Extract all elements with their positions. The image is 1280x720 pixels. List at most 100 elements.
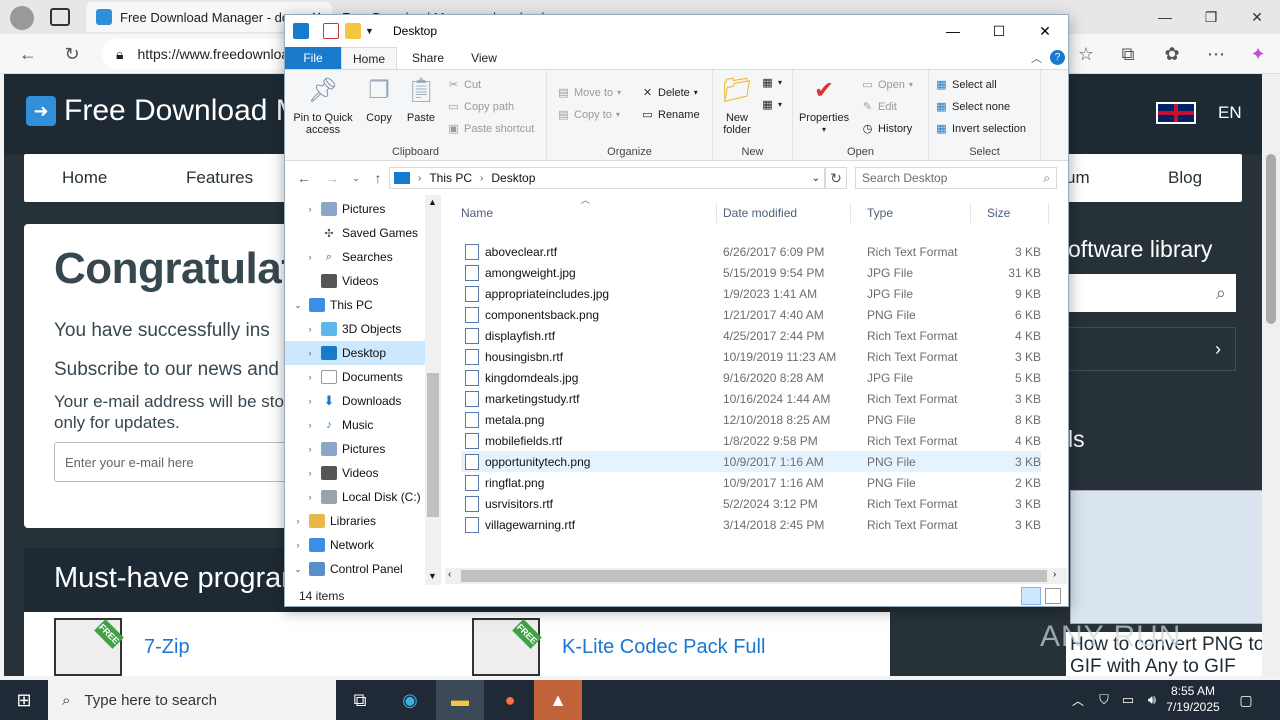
nav-item-videos[interactable]: Videos	[285, 269, 425, 293]
explorer-back-icon[interactable]: ←	[293, 168, 315, 188]
nav-item-libraries[interactable]: › Libraries	[285, 509, 425, 533]
file-row[interactable]: componentsback.png 1/21/2017 4:40 AM PNG F…	[461, 304, 1041, 325]
explorer-close-icon[interactable]: ✕	[1022, 15, 1068, 47]
app-taskbar-icon[interactable]: ▲	[534, 680, 582, 720]
nav-item-3d-objects[interactable]: › 3D Objects	[285, 317, 425, 341]
page-scrollbar[interactable]	[1262, 74, 1280, 676]
nav-item-saved-games[interactable]: ✣ Saved Games	[285, 221, 425, 245]
more-menu-icon[interactable]: ⋯	[1200, 38, 1232, 70]
file-row[interactable]: ringflat.png 10/9/2017 1:16 AM PNG File 2 K…	[461, 472, 1041, 493]
easy-access-button[interactable]: ▦ ▾	[761, 98, 782, 111]
nav-item-music[interactable]: › ♪ Music	[285, 413, 425, 437]
copy-to-button[interactable]: ▤ Copy to ▾	[557, 108, 620, 122]
collections-icon[interactable]: ⧉	[1112, 38, 1144, 70]
fdm-logo[interactable]: ➜ Free Download Ma	[26, 94, 317, 128]
nav-item-downloads[interactable]: › ⬇ Downloads	[285, 389, 425, 413]
ribbon-collapse-icon[interactable]: ︿	[1031, 50, 1042, 66]
paste-button[interactable]: 📋︎ Paste	[401, 74, 441, 125]
column-type[interactable]: Type	[851, 203, 971, 223]
nav-item-this-pc[interactable]: ⌄ This PC	[285, 293, 425, 317]
delete-button[interactable]: ✕ Delete ▾	[641, 86, 698, 100]
rename-button[interactable]: ▭ Rename	[641, 108, 699, 122]
tab-share[interactable]: Share	[401, 47, 455, 69]
scroll-down-icon[interactable]: ▼	[428, 571, 437, 581]
tab-view[interactable]: View	[457, 47, 511, 69]
explorer-search-input[interactable]: Search Desktop ⌕	[855, 167, 1057, 189]
volume-icon[interactable]: 🔊︎	[1140, 680, 1164, 720]
file-row[interactable]: appropriateincludes.jpg 1/9/2023 1:41 AM J…	[461, 283, 1041, 304]
paste-shortcut-button[interactable]: ▣ Paste shortcut	[447, 122, 534, 136]
start-windows-icon[interactable]: ⊞	[0, 680, 48, 720]
select-none-button[interactable]: ▦ Select none	[935, 100, 1010, 114]
explorer-refresh-icon[interactable]: ↻	[825, 167, 847, 189]
details-view-icon[interactable]	[1021, 587, 1041, 605]
column-name[interactable]: Name	[445, 203, 717, 223]
tab-file[interactable]: File	[285, 47, 341, 69]
show-hidden-icons-icon[interactable]: ︿	[1064, 680, 1092, 720]
tab-home[interactable]: Home	[341, 47, 397, 69]
new-folder-qat-icon[interactable]	[345, 23, 361, 39]
file-row[interactable]: marketingstudy.rtf 10/16/2024 1:44 AM Rich…	[461, 388, 1041, 409]
nav-item-pictures[interactable]: › Pictures	[285, 197, 425, 221]
file-row[interactable]: opportunitytech.png 10/9/2017 1:16 AM PNG …	[461, 451, 1041, 472]
explorer-maximize-icon[interactable]: ☐	[976, 15, 1022, 47]
copy-path-button[interactable]: ▭ Copy path	[447, 100, 514, 114]
crumb-desktop[interactable]: Desktop	[491, 171, 535, 185]
nav-item-documents[interactable]: › Documents	[285, 365, 425, 389]
page-scroll-thumb[interactable]	[1266, 154, 1276, 324]
copilot-icon[interactable]: ✦	[1242, 38, 1274, 70]
extensions-icon[interactable]: ✿	[1156, 38, 1188, 70]
software-search-input[interactable]: ⌕	[1066, 274, 1236, 312]
properties-qat-icon[interactable]	[323, 23, 339, 39]
language-selector[interactable]: EN	[1156, 102, 1242, 124]
file-row[interactable]: housingisbn.rtf 10/19/2019 11:23 AM Rich T…	[461, 346, 1041, 367]
email-input[interactable]: Enter your e-mail here	[54, 442, 294, 482]
properties-button[interactable]: ✔ Properties ▾	[799, 74, 849, 136]
minimize-icon[interactable]: —	[1142, 0, 1188, 34]
recent-locations-icon[interactable]: ⌄	[345, 168, 367, 188]
file-row[interactable]: displayfish.rtf 4/25/2017 2:44 PM Rich Tex…	[461, 325, 1041, 346]
tab-actions-icon[interactable]	[50, 8, 70, 26]
file-row[interactable]: aboveclear.rtf 6/26/2017 6:09 PM Rich Text…	[461, 241, 1041, 262]
file-row[interactable]: mobilefields.rtf 1/8/2022 9:58 PM Rich Tex…	[461, 430, 1041, 451]
pin-quick-access-button[interactable]: 📌︎ Pin to Quick access	[291, 74, 355, 137]
explorer-forward-icon[interactable]: →	[321, 168, 343, 188]
back-icon[interactable]: ←	[12, 38, 44, 70]
edge-icon[interactable]: ◉	[386, 680, 434, 720]
file-row[interactable]: usrvisitors.rtf 5/2/2024 3:12 PM Rich Text…	[461, 493, 1041, 514]
7zip-icon[interactable]: FREE	[54, 618, 124, 676]
nav-item-local-disk[interactable]: › Local Disk (C:)	[285, 485, 425, 509]
nav-blog[interactable]: Blog	[1168, 168, 1202, 188]
select-all-button[interactable]: ▦ Select all	[935, 78, 996, 92]
column-date-modified[interactable]: Date modified	[707, 203, 851, 223]
scroll-right-icon[interactable]: ›	[1053, 569, 1056, 580]
refresh-icon[interactable]: ↻	[56, 38, 88, 70]
restore-icon[interactable]: ❐	[1188, 0, 1234, 34]
file-row[interactable]: villagewarning.rtf 3/14/2018 2:45 PM Rich …	[461, 514, 1041, 535]
column-size[interactable]: Size	[971, 203, 1049, 223]
file-row[interactable]: amongweight.jpg 5/15/2019 9:54 PM JPG File…	[461, 262, 1041, 283]
klite-icon[interactable]: FREE	[472, 618, 542, 676]
network-tray-icon[interactable]: ▭	[1116, 680, 1140, 720]
horizontal-scrollbar[interactable]: ‹ ›	[445, 568, 1067, 584]
favorites-star-icon[interactable]: ☆	[1070, 38, 1102, 70]
notifications-icon[interactable]: ▢	[1226, 680, 1266, 720]
new-item-button[interactable]: ▦ ▾	[761, 76, 782, 89]
file-row[interactable]: metala.png 12/10/2018 8:25 AM PNG File 8 KB	[461, 409, 1041, 430]
software-browse-button[interactable]: ›	[1066, 327, 1236, 371]
nav-item-network[interactable]: › Network	[285, 533, 425, 557]
taskbar-clock[interactable]: 8:55 AM 7/19/2025	[1164, 683, 1222, 715]
crumb-this-pc[interactable]: This PC	[429, 171, 472, 185]
nav-item-desktop[interactable]: › Desktop	[285, 341, 425, 365]
nav-home[interactable]: Home	[62, 168, 107, 188]
nav-item-searches[interactable]: › ⌕ Searches	[285, 245, 425, 269]
copy-button[interactable]: ❐ Copy	[359, 74, 399, 125]
move-to-button[interactable]: ▤ Move to ▾	[557, 86, 621, 100]
nav-features[interactable]: Features	[186, 168, 253, 188]
history-button[interactable]: ◷ History	[861, 122, 913, 136]
new-folder-button[interactable]: 📁︎ New folder	[717, 74, 757, 137]
close-icon[interactable]: ✕	[1234, 0, 1280, 34]
nav-pane-scroll-thumb[interactable]	[427, 373, 439, 517]
scroll-left-icon[interactable]: ‹	[448, 569, 451, 580]
security-tray-icon[interactable]: ⛉	[1092, 680, 1116, 720]
